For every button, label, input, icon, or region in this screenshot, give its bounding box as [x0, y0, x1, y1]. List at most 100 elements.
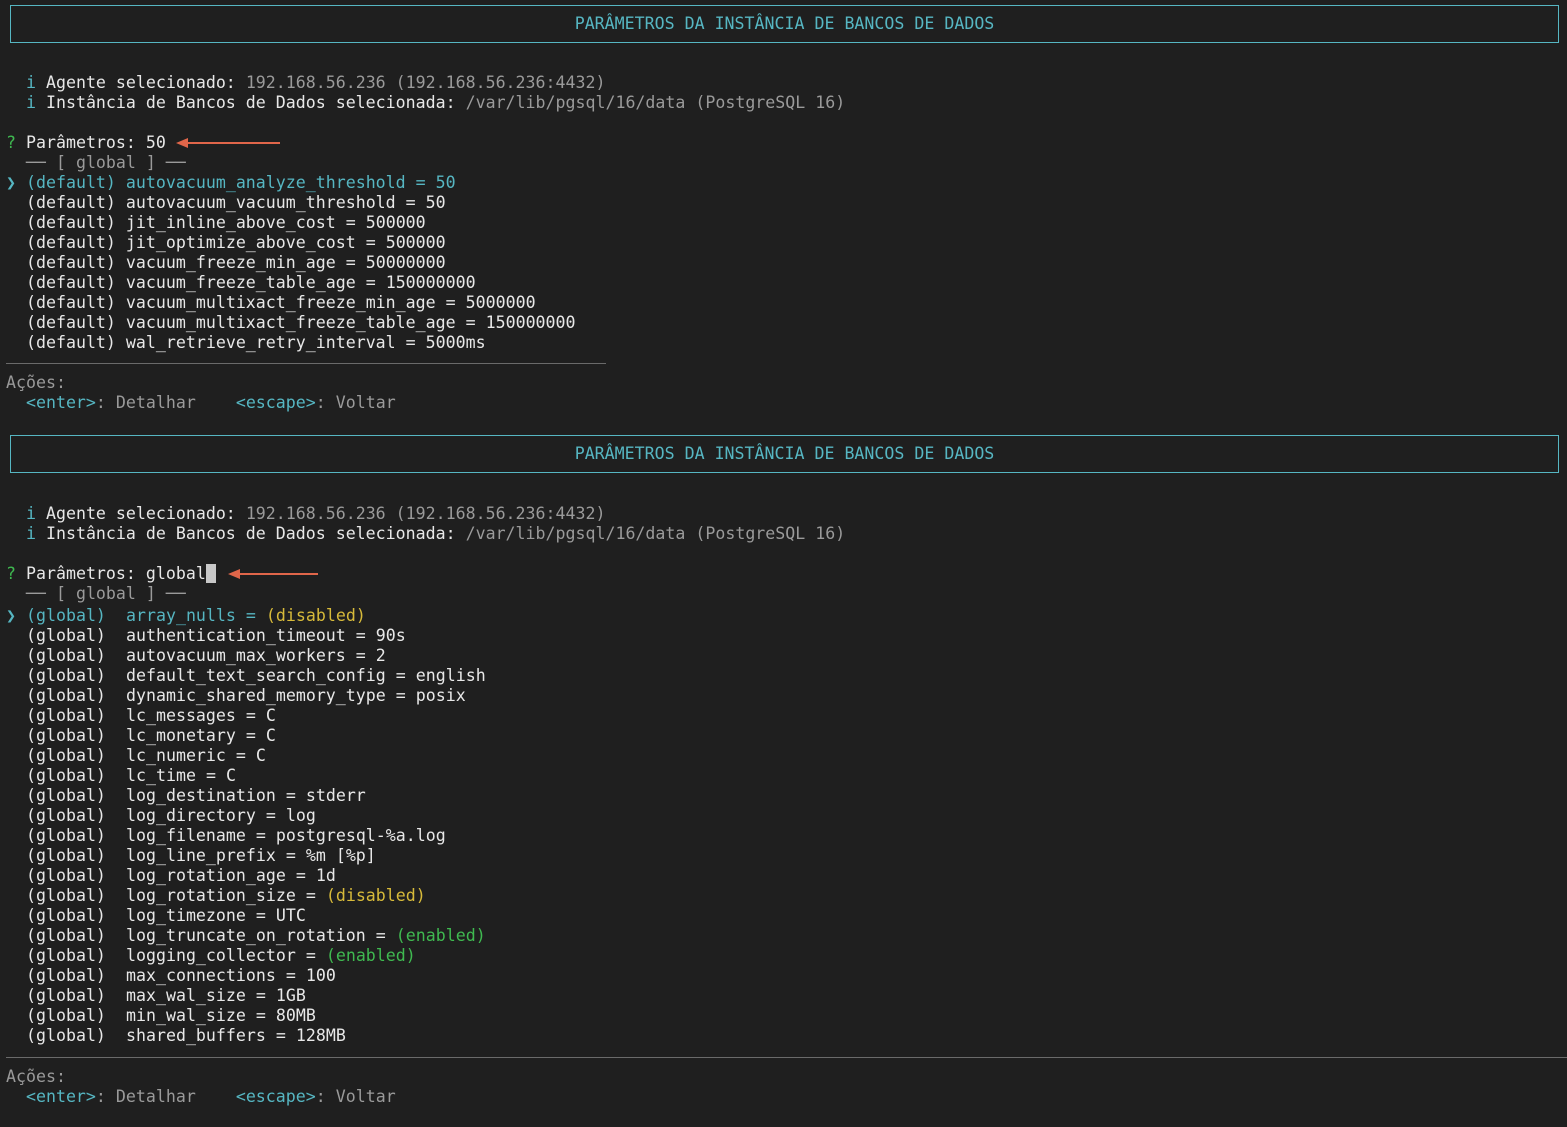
list-item[interactable]: (global) lc_messages = C	[6, 706, 276, 726]
row-value: 1GB	[275, 986, 306, 1005]
row-param-name: jit_inline_above_cost	[125, 213, 336, 232]
list-item[interactable]: (default) jit_inline_above_cost = 500000	[6, 213, 426, 233]
row-value: stderr	[305, 786, 366, 805]
divider	[6, 1057, 1567, 1058]
list-item[interactable]: (global) log_directory = log	[6, 806, 316, 826]
list-item[interactable]: (global) logging_collector = (enabled)	[6, 946, 416, 966]
terminal-panel-global: PARÂMETROS DA INSTÂNCIA DE BANCOS DE DAD…	[0, 430, 1567, 1127]
row-scope: (default)	[26, 293, 116, 312]
search-input[interactable]: 50	[146, 133, 166, 152]
list-item[interactable]: (global) lc_monetary = C	[6, 726, 276, 746]
list-item[interactable]: (global) dynamic_shared_memory_type = pos…	[6, 686, 466, 706]
row-scope: (global)	[26, 666, 106, 685]
row-param-name: array_nulls	[126, 606, 236, 625]
row-value: 128MB	[295, 1026, 346, 1045]
actions-label: Ações:	[6, 1067, 66, 1086]
list-item[interactable]: ❯ (global) array_nulls = (disabled)	[6, 606, 366, 626]
row-scope: (global)	[26, 746, 106, 765]
info-value: 192.168.56.236 (192.168.56.236:4432)	[245, 73, 606, 92]
enter-key-hint[interactable]: <enter>	[26, 393, 96, 412]
list-item[interactable]: (global) default_text_search_config = eng…	[6, 666, 486, 686]
list-item[interactable]: (global) max_wal_size = 1GB	[6, 986, 306, 1006]
info-icon: i	[25, 93, 36, 112]
row-equals: =	[365, 273, 376, 292]
row-equals: =	[345, 213, 356, 232]
row-value: 150000000	[385, 273, 476, 292]
list-item[interactable]: (global) log_rotation_age = 1d	[6, 866, 336, 886]
row-value: (enabled)	[325, 946, 416, 965]
row-scope: (global)	[26, 706, 106, 725]
info-icon: i	[25, 524, 36, 543]
enter-key-hint[interactable]: <enter>	[26, 1087, 96, 1106]
arrow-left-annotation-icon	[176, 138, 280, 148]
row-equals: =	[445, 293, 456, 312]
list-item[interactable]: (global) shared_buffers = 128MB	[6, 1026, 346, 1046]
list-item[interactable]: ❯ (default) autovacuum_analyze_threshold …	[6, 173, 456, 193]
row-param-name: log_destination	[126, 786, 276, 805]
row-scope: (global)	[26, 966, 106, 985]
row-param-name: default_text_search_config	[126, 666, 386, 685]
actions-bar: <enter>: Detalhar <escape>: Voltar	[25, 393, 396, 412]
row-value: (enabled)	[395, 926, 486, 945]
list-item[interactable]: (global) lc_numeric = C	[6, 746, 266, 766]
row-scope: (global)	[26, 846, 106, 865]
row-value: 1d	[315, 866, 336, 885]
row-param-name: wal_retrieve_retry_interval	[125, 333, 396, 352]
row-param-name: autovacuum_vacuum_threshold	[125, 193, 396, 212]
search-prompt[interactable]: ? Parâmetros: global	[6, 564, 216, 584]
list-item[interactable]: (default) autovacuum_vacuum_threshold = …	[6, 193, 446, 213]
row-equals: =	[285, 786, 296, 805]
escape-key-hint[interactable]: <escape>	[236, 393, 316, 412]
list-item[interactable]: (global) max_connections = 100	[6, 966, 336, 986]
row-scope: (global)	[26, 1026, 106, 1045]
list-item[interactable]: (default) wal_retrieve_retry_interval = …	[6, 333, 486, 353]
row-value: (disabled)	[265, 606, 366, 625]
row-param-name: jit_optimize_above_cost	[125, 233, 356, 252]
list-item[interactable]: (global) min_wal_size = 80MB	[6, 1006, 316, 1026]
row-value: 50	[425, 193, 446, 212]
list-item[interactable]: (default) vacuum_freeze_table_age = 1500…	[6, 273, 476, 293]
back-action: Voltar	[335, 393, 396, 412]
row-equals: =	[235, 746, 246, 765]
row-param-name: log_filename	[126, 826, 246, 845]
info-label: Agente selecionado:	[45, 73, 236, 92]
row-param-name: authentication_timeout	[126, 626, 346, 645]
row-value: 5000ms	[425, 333, 486, 352]
info-value: /var/lib/pgsql/16/data (PostgreSQL 16)	[465, 93, 846, 112]
escape-key-hint[interactable]: <escape>	[236, 1087, 316, 1106]
row-equals: =	[245, 706, 256, 725]
list-item[interactable]: (global) lc_time = C	[6, 766, 236, 786]
row-value: %m [%p]	[305, 846, 376, 865]
search-prompt[interactable]: ? Parâmetros: 50	[6, 133, 166, 153]
info-label: Instância de Bancos de Dados selecionada…	[45, 93, 456, 112]
list-item[interactable]: (global) authentication_timeout = 90s	[6, 626, 406, 646]
page-title: PARÂMETROS DA INSTÂNCIA DE BANCOS DE DAD…	[10, 5, 1559, 43]
row-scope: (global)	[26, 886, 106, 905]
row-equals: =	[355, 626, 366, 645]
list-item[interactable]: (global) log_timezone = UTC	[6, 906, 306, 926]
row-param-name: logging_collector	[126, 946, 296, 965]
list-item[interactable]: (global) log_rotation_size = (disabled)	[6, 886, 426, 906]
list-item[interactable]: (default) vacuum_freeze_min_age = 500000…	[6, 253, 446, 273]
row-value: C	[225, 766, 236, 785]
list-item[interactable]: (global) log_destination = stderr	[6, 786, 366, 806]
list-item[interactable]: (default) vacuum_multixact_freeze_min_ag…	[6, 293, 536, 313]
list-item[interactable]: (global) log_truncate_on_rotation = (enab…	[6, 926, 486, 946]
list-item[interactable]: (global) log_filename = postgresql-%a.log	[6, 826, 446, 846]
back-action: Voltar	[335, 1087, 396, 1106]
list-item[interactable]: (default) jit_optimize_above_cost = 5000…	[6, 233, 446, 253]
row-scope: (default)	[26, 233, 116, 252]
list-item[interactable]: (global) log_line_prefix = %m [%p]	[6, 846, 376, 866]
row-value: 2	[375, 646, 386, 665]
question-icon: ?	[6, 133, 16, 152]
row-equals: =	[395, 686, 406, 705]
row-equals: =	[245, 606, 256, 625]
list-item[interactable]: (global) autovacuum_max_workers = 2	[6, 646, 386, 666]
row-scope: (default)	[26, 213, 116, 232]
row-scope: (global)	[26, 906, 106, 925]
row-param-name: lc_monetary	[126, 726, 236, 745]
search-input[interactable]: global	[146, 564, 206, 583]
info-agent: i Agente selecionado: 192.168.56.236 (19…	[6, 73, 605, 93]
list-item[interactable]: (default) vacuum_multixact_freeze_table_…	[6, 313, 576, 333]
row-param-name: log_line_prefix	[126, 846, 276, 865]
